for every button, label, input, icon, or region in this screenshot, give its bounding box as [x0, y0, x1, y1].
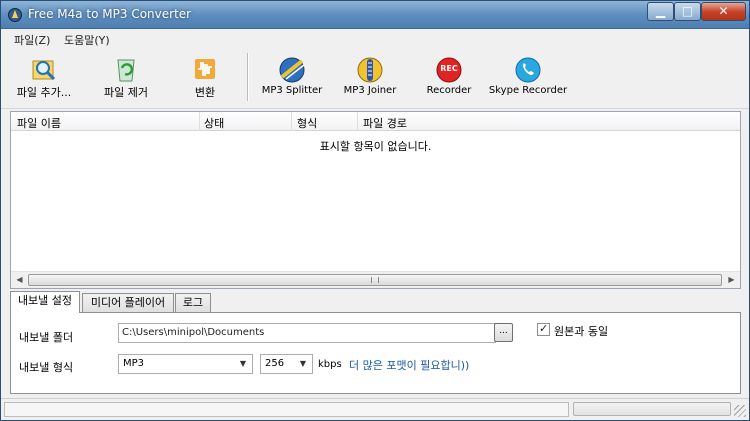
checkmark-icon: ✓	[539, 322, 549, 335]
chevron-down-icon: ▼	[299, 359, 307, 368]
bitrate-select[interactable]: 256 ▼	[260, 354, 313, 374]
grip-icon	[371, 277, 379, 283]
app-window: Free M4a to MP3 Converter ▁ □ ✕ 파일(Z) 도움…	[0, 0, 750, 421]
app-icon	[8, 8, 22, 22]
remove-file-button[interactable]: 파일 제거	[93, 51, 159, 103]
file-list-header: 파일 이름 상태 형식 파일 경로	[11, 112, 740, 131]
format-select[interactable]: MP3 ▼	[118, 354, 253, 374]
column-format[interactable]: 형식	[297, 115, 317, 131]
bitrate-unit: kbps	[318, 359, 342, 370]
convert-label: 변환	[194, 86, 216, 99]
close-icon: ✕	[718, 4, 729, 18]
tab-export-settings[interactable]: 내보낼 설정	[10, 291, 80, 313]
column-divider[interactable]	[199, 112, 200, 131]
minimize-button[interactable]: ▁	[647, 2, 674, 21]
convert-button[interactable]: 변환	[179, 51, 231, 103]
same-as-source-label: 원본과 동일	[554, 325, 609, 338]
bitrate-select-value: 256	[265, 358, 285, 369]
tab-log[interactable]: 로그	[175, 293, 211, 312]
mp3-splitter-icon	[279, 57, 305, 83]
skype-recorder-button[interactable]: Skype Recorder	[488, 51, 568, 103]
export-settings-panel: 내보낼 폴더 C:\Users\minipol\Documents ... ✓ …	[10, 312, 741, 394]
column-divider[interactable]	[291, 112, 292, 131]
mp3-joiner-button[interactable]: MP3 Joiner	[341, 51, 399, 103]
toolbar: 파일 추가... 파일 제거 변환 MP3 Splitter MP3 Joine…	[1, 49, 749, 109]
mp3-joiner-label: MP3 Joiner	[343, 85, 397, 96]
tab-media-player[interactable]: 미디어 플레이어	[82, 293, 174, 312]
export-folder-label: 내보낼 폴더	[19, 331, 74, 344]
export-folder-input[interactable]: C:\Users\minipol\Documents	[118, 323, 496, 343]
more-formats-link[interactable]: 더 많은 포맷이 필요합니))	[349, 357, 469, 373]
column-file-path[interactable]: 파일 경로	[363, 115, 407, 131]
file-list[interactable]: 파일 이름 상태 형식 파일 경로 표시할 항목이 없습니다. ◀ ▶	[10, 111, 741, 289]
progress-bar	[573, 402, 731, 416]
empty-list-message: 표시할 항목이 없습니다.	[319, 140, 432, 153]
add-file-button[interactable]: 파일 추가...	[9, 51, 79, 103]
rec-badge: REC	[440, 64, 458, 73]
maximize-icon: □	[681, 4, 694, 18]
skype-phone-icon	[515, 57, 541, 83]
horizontal-scrollbar[interactable]: ◀ ▶	[11, 271, 740, 288]
close-button[interactable]: ✕	[701, 2, 746, 21]
scroll-left-icon[interactable]: ◀	[11, 272, 28, 288]
status-bar	[1, 398, 749, 420]
format-select-value: MP3	[123, 358, 145, 369]
add-file-icon	[32, 60, 56, 81]
resize-grip-icon[interactable]	[734, 405, 746, 417]
column-status[interactable]: 상태	[204, 115, 224, 131]
menu-file[interactable]: 파일(Z)	[14, 32, 50, 48]
menu-bar: 파일(Z) 도움말(Y)	[1, 29, 749, 49]
window-title: Free M4a to MP3 Converter	[28, 7, 192, 21]
title-bar[interactable]: Free M4a to MP3 Converter ▁ □ ✕	[1, 1, 749, 29]
mp3-joiner-icon	[357, 57, 383, 83]
mp3-splitter-label: MP3 Splitter	[261, 85, 323, 96]
recorder-label: Recorder	[426, 85, 472, 96]
maximize-button[interactable]: □	[674, 2, 701, 21]
recorder-button[interactable]: REC Recorder	[421, 51, 477, 103]
minimize-icon: ▁	[655, 4, 666, 18]
add-file-label: 파일 추가...	[16, 86, 72, 99]
remove-file-label: 파일 제거	[104, 86, 148, 99]
status-pane	[4, 402, 569, 417]
chevron-down-icon: ▼	[239, 359, 247, 368]
scroll-right-icon[interactable]: ▶	[723, 272, 740, 288]
skype-recorder-label: Skype Recorder	[488, 85, 568, 96]
convert-icon	[195, 59, 215, 79]
toolbar-separator	[247, 53, 249, 101]
same-as-source-checkbox[interactable]: ✓	[537, 322, 550, 336]
recycle-bin-icon	[117, 59, 135, 82]
browse-folder-button[interactable]: ...	[494, 323, 513, 342]
scrollbar-thumb[interactable]	[28, 274, 722, 286]
column-divider[interactable]	[357, 112, 358, 131]
column-file-name[interactable]: 파일 이름	[17, 115, 61, 131]
mp3-splitter-button[interactable]: MP3 Splitter	[261, 51, 323, 103]
menu-help[interactable]: 도움말(Y)	[64, 32, 110, 48]
export-format-label: 내보낼 형식	[19, 361, 74, 374]
